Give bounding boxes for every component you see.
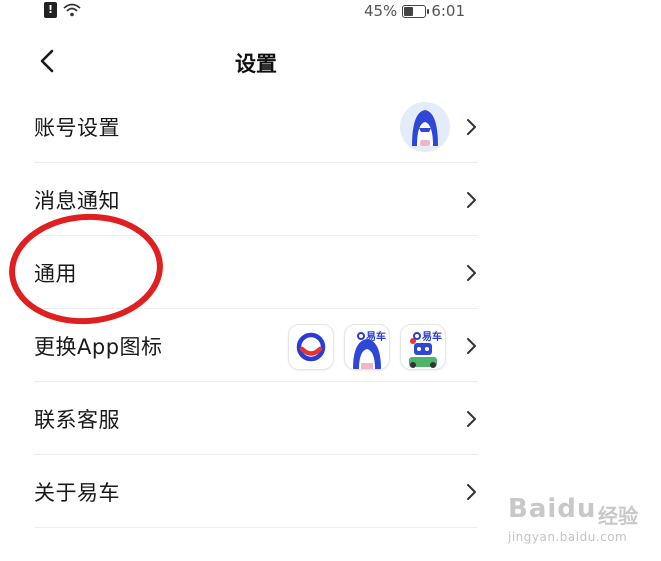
settings-item-label: 通用 [34, 261, 77, 286]
nav-bar: 设置 [0, 36, 500, 86]
battery-percent: 45% [363, 2, 398, 20]
sim-alert-icon: ! [44, 2, 57, 18]
logo-icon-default[interactable] [289, 325, 333, 369]
watermark-url: jingyan.baidu.com [508, 530, 628, 544]
settings-item-notifications[interactable]: 消息通知 [0, 163, 500, 236]
settings-item-general[interactable]: 通用 [0, 236, 500, 309]
app-icon-brand: 易车 [413, 328, 442, 343]
chevron-right-icon [467, 119, 476, 135]
watermark: Baidu 经验 jingyan.baidu.com [506, 490, 656, 550]
brand-logo-icon [296, 332, 326, 362]
shark-icon-brand[interactable]: 易车 [345, 325, 389, 369]
settings-item-about[interactable]: 关于易车 [0, 455, 500, 528]
settings-list: 账号设置 消息通知 通用 更换App图标 易车 易车 联系客服 关于易车 [0, 90, 500, 528]
chevron-right-icon [467, 338, 476, 354]
wifi-icon [63, 3, 81, 17]
shark-avatar-icon [400, 102, 450, 152]
settings-item-label: 更换App图标 [34, 334, 163, 359]
chevron-right-icon [467, 484, 476, 500]
chevron-right-icon [467, 192, 476, 208]
settings-item-app-icon[interactable]: 更换App图标 易车 易车 [0, 309, 500, 382]
battery-icon [402, 4, 430, 18]
battery-fill [404, 6, 414, 16]
settings-item-label: 关于易车 [34, 480, 120, 505]
character-icon-brand[interactable]: 易车 [401, 325, 445, 369]
app-icon-brand: 易车 [357, 328, 386, 343]
page-title: 设置 [235, 52, 277, 76]
avatar [400, 102, 450, 152]
chevron-right-icon [467, 265, 476, 281]
watermark-brand: Baidu [508, 494, 597, 524]
settings-item-customer-service[interactable]: 联系客服 [0, 382, 500, 455]
watermark-suffix: 经验 [598, 504, 638, 528]
settings-item-label: 消息通知 [34, 188, 120, 213]
settings-item-account[interactable]: 账号设置 [0, 90, 500, 163]
clock: 6:01 [431, 2, 465, 20]
app-icon-options: 易车 易车 [289, 325, 445, 369]
chevron-right-icon [467, 411, 476, 427]
status-bar: ! 45% 6:01 [0, 0, 661, 24]
settings-item-label: 账号设置 [34, 115, 120, 140]
settings-item-label: 联系客服 [34, 407, 120, 432]
status-right: 45% 6:01 [364, 2, 465, 20]
status-left: ! [44, 2, 81, 18]
